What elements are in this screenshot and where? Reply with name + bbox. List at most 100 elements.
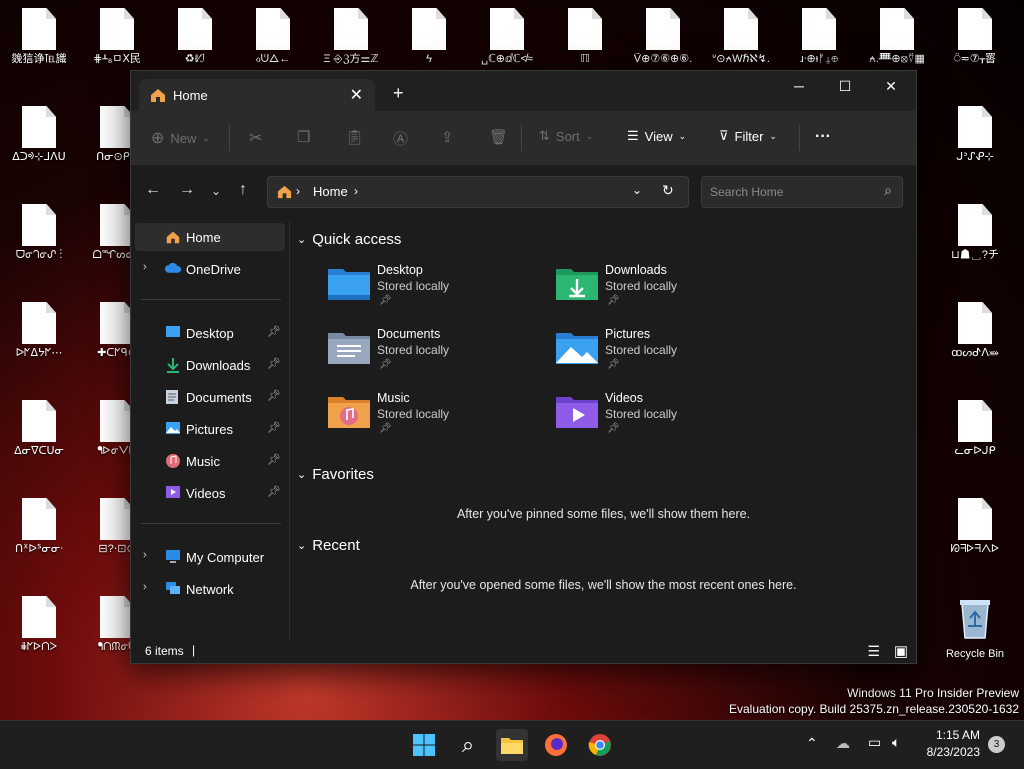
nav-my-computer[interactable]: › My Computer: [135, 543, 285, 571]
desktop-file-icon[interactable]: ᒍᐣᔑᕵ⊹: [936, 106, 1014, 164]
share-icon[interactable]: ⇪: [441, 128, 454, 146]
refresh-icon[interactable]: ↻: [662, 182, 674, 199]
desktop-file-icon[interactable]: ᐡ⊙⍲Wℏℵ↯.: [702, 8, 780, 66]
quick-access-downloads[interactable]: Downloads Stored locally 📌︎: [555, 261, 775, 317]
back-arrow-icon[interactable]: ←: [145, 181, 161, 199]
desktop-file-icon[interactable]: ⍥≂⑦ᚁ䍝: [936, 8, 1014, 66]
recycle-bin[interactable]: Recycle Bin: [936, 596, 1014, 661]
maximize-button[interactable]: ☐: [822, 71, 868, 101]
title-bar[interactable]: Home ✕ + ─ ☐ ✕: [131, 71, 916, 111]
breadcrumb-home[interactable]: Home: [313, 184, 348, 199]
nav-music[interactable]: Music 📌︎: [135, 447, 285, 475]
tab-home[interactable]: Home ✕: [139, 79, 375, 111]
tiles-view-icon[interactable]: ▣: [894, 642, 908, 660]
rename-icon[interactable]: Ⓐ: [393, 128, 408, 149]
quick-access-header[interactable]: ⌄ Quick access: [297, 231, 401, 248]
pin-icon[interactable]: 📌︎: [267, 357, 281, 370]
desktop-file-icon[interactable]: Ṽ⊕⑦⑥⊕⑥.: [624, 8, 702, 66]
more-options-button[interactable]: ···: [815, 128, 831, 146]
recent-header[interactable]: ⌄ Recent: [297, 537, 360, 554]
pictures-folder-icon: [555, 329, 599, 365]
desktop-file-icon[interactable]: ⊔☗␣?チ: [936, 204, 1014, 262]
desktop-file-icon[interactable]: ℿ: [546, 8, 624, 66]
desktop-file-icon[interactable]: ᑎᕽᐅᔆᓂᓂᐧ: [0, 498, 78, 556]
clock-time[interactable]: 1:15 AM: [926, 728, 980, 742]
nav-network[interactable]: › Network: [135, 575, 285, 603]
desktop-file-icon[interactable]: ⋕ᖼᐅᑎᐳ: [0, 596, 78, 654]
nav-network-label: Network: [186, 582, 234, 597]
recent-locations-icon[interactable]: ⌄: [211, 184, 221, 198]
close-tab-icon[interactable]: ✕: [350, 85, 363, 105]
view-button[interactable]: ☰ View ⌄: [627, 128, 686, 144]
nav-pictures[interactable]: Pictures 📌︎: [135, 415, 285, 443]
chevron-right-icon[interactable]: ›: [143, 261, 147, 273]
pin-icon: 📌︎: [607, 423, 620, 434]
document-icon: [958, 498, 992, 540]
desktop-file-icon[interactable]: ᐃᑒᢀ⊹ᒧᐱᑌ: [0, 106, 78, 164]
desktop-file-icon[interactable]: ϟ: [390, 8, 468, 66]
network-tray-icon[interactable]: ▭: [868, 734, 881, 751]
cut-icon[interactable]: ✂: [249, 128, 262, 148]
nav-desktop[interactable]: Desktop 📌︎: [135, 319, 285, 347]
copy-icon[interactable]: ❐: [297, 128, 310, 146]
notification-badge[interactable]: 3: [988, 736, 1005, 753]
quick-access-documents[interactable]: Documents Stored locally 📌︎: [327, 325, 547, 381]
desktop-file-icon[interactable]: ⍲.ᚙ⊕⦻⍢▦: [858, 8, 936, 66]
search-box[interactable]: Search Home ⌕: [701, 176, 903, 208]
sort-button[interactable]: ⇅ Sort ⌄: [539, 128, 593, 144]
desktop-file-icon[interactable]: ᘗᖷᐅᖷᐱᐅ: [936, 498, 1014, 556]
start-button[interactable]: [408, 729, 440, 761]
up-arrow-icon[interactable]: ↑: [239, 181, 247, 199]
quick-access-videos[interactable]: Videos Stored locally 📌︎: [555, 389, 775, 445]
paste-icon[interactable]: 📋︎: [345, 128, 364, 146]
address-dropdown-icon[interactable]: ⌄: [632, 183, 642, 197]
desktop-file-icon[interactable]: ℴᕫᐃ←: [234, 8, 312, 66]
chevron-right-icon[interactable]: ›: [143, 581, 147, 593]
delete-icon[interactable]: 🗑︎: [489, 128, 508, 146]
desktop-file-icon[interactable]: ␣ℂ⊕ⅆℂ≮≈: [468, 8, 546, 66]
quick-access-pictures[interactable]: Pictures Stored locally 📌︎: [555, 325, 775, 381]
onedrive-tray-icon[interactable]: ☁: [836, 735, 850, 752]
nav-videos[interactable]: Videos 📌︎: [135, 479, 285, 507]
desktop-file-icon[interactable]: ⋕ᚆ₈ㅁⵝ民: [78, 8, 156, 66]
show-hidden-icons-icon[interactable]: ⌃: [806, 735, 818, 752]
pin-icon[interactable]: 📌︎: [267, 453, 281, 466]
pin-icon[interactable]: 📌︎: [267, 485, 281, 498]
desktop-file-icon[interactable]: ᐃᓂᐁᑕᑌᓂ: [0, 400, 78, 458]
desktop-file-icon[interactable]: ꝏᔕᕷᐱ⤘: [936, 302, 1014, 360]
new-button[interactable]: ⊕ New ⌄: [151, 128, 210, 148]
firefox-icon[interactable]: [540, 729, 572, 761]
desktop-file-icon[interactable]: ᓚᓂᐅᒍᑭ: [936, 400, 1014, 458]
details-view-icon[interactable]: ☰: [867, 643, 880, 660]
forward-arrow-icon[interactable]: →: [179, 181, 195, 199]
new-tab-icon[interactable]: +: [393, 83, 404, 104]
minimize-button[interactable]: ─: [776, 71, 822, 101]
search-icon[interactable]: ⌕: [452, 729, 484, 761]
desktop-file-icon[interactable]: ɹᐧ⊕ᵼᚠ⍊⊕: [780, 8, 858, 66]
desktop-file-icon[interactable]: ᐅᖼᐃᔭᖼ⋯: [0, 302, 78, 360]
desktop-file-icon[interactable]: 㕙狺诤℡旘: [0, 8, 78, 66]
nav-downloads[interactable]: Downloads 📌︎: [135, 351, 285, 379]
nav-documents[interactable]: Documents 📌︎: [135, 383, 285, 411]
clock-date[interactable]: 8/23/2023: [916, 745, 980, 759]
address-bar[interactable]: › Home › ⌄ ↻: [267, 176, 689, 208]
desktop-file-icon[interactable]: ᗜᓂᒉᓂᔑ ⋮: [0, 204, 78, 262]
close-button[interactable]: ✕: [868, 71, 914, 101]
nav-home[interactable]: Home: [135, 223, 285, 251]
favorites-header[interactable]: ⌄ Favorites: [297, 466, 374, 483]
chrome-icon[interactable]: [584, 729, 616, 761]
chevron-right-icon[interactable]: ›: [143, 549, 147, 561]
pin-icon[interactable]: 📌︎: [267, 421, 281, 434]
nav-onedrive[interactable]: › OneDrive: [135, 255, 285, 283]
quick-access-music[interactable]: Music Stored locally 📌︎: [327, 389, 547, 445]
documents-folder-icon: [165, 389, 179, 408]
desktop-file-label: 㕙狺诤℡旘: [11, 53, 67, 65]
file-explorer-taskbar-icon[interactable]: [496, 729, 528, 761]
desktop-file-icon[interactable]: ♻ℓ⁄ℐ: [156, 8, 234, 66]
desktop-file-icon[interactable]: Ξ ⎆ℨ方⚌ℤ: [312, 8, 390, 66]
pin-icon[interactable]: 📌︎: [267, 325, 281, 338]
filter-button[interactable]: ⊽ Filter ⌄: [719, 128, 777, 144]
quick-access-desktop[interactable]: Desktop Stored locally 📌︎: [327, 261, 547, 317]
volume-icon[interactable]: 🔈︎: [892, 734, 900, 751]
pin-icon[interactable]: 📌︎: [267, 389, 281, 402]
